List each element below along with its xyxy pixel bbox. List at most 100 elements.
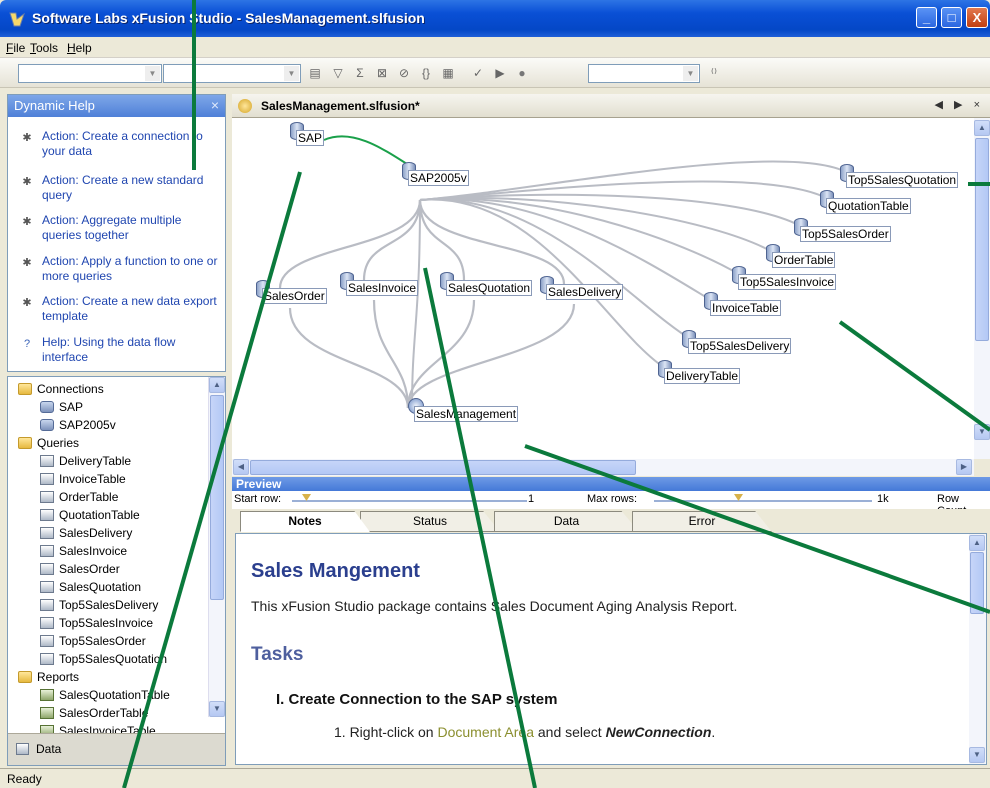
data-tab[interactable]: Data	[8, 733, 225, 765]
help-item-create-connection[interactable]: ✱ Action: Create a connection to your dat…	[20, 129, 220, 161]
flow-node-salesdelivery[interactable]: SalesDelivery	[546, 284, 624, 300]
canvas-vertical-scrollbar[interactable]: ▲ ▼	[974, 118, 990, 459]
tree-item-query[interactable]: SalesDelivery	[40, 525, 132, 541]
variables-icon[interactable]: ⁽⁾	[706, 66, 722, 80]
tree-item-connection[interactable]: SAP	[40, 399, 83, 415]
tree-item-report[interactable]: SalesQuotationTable	[40, 687, 170, 703]
canvas-vscroll-thumb[interactable]	[975, 138, 989, 341]
tree-item-query[interactable]: QuotationTable	[40, 507, 140, 523]
tree-item-query[interactable]: Top5SalesDelivery	[40, 597, 158, 613]
help-item-export-template[interactable]: ✱ Action: Create a new data export templa…	[20, 294, 220, 326]
sigma-icon[interactable]: Σ	[352, 66, 368, 80]
scroll-right-icon[interactable]: ▶	[956, 459, 972, 475]
tree-scrollbar[interactable]: ▲ ▼	[208, 377, 225, 717]
tree-item-query[interactable]: Top5SalesOrder	[40, 633, 146, 649]
start-row-slider[interactable]	[292, 494, 527, 502]
check-icon[interactable]: ✓	[470, 66, 486, 80]
link-icon[interactable]: ⊘	[396, 66, 412, 80]
notes-step-title: I. Create Connection to the SAP system	[276, 691, 558, 708]
tree-item-query[interactable]: Top5SalesInvoice	[40, 615, 153, 631]
run-combo[interactable]: ▼	[588, 64, 700, 83]
tree-folder-reports[interactable]: Reports	[18, 669, 79, 685]
tree-scroll-thumb[interactable]	[210, 395, 224, 600]
play-icon[interactable]: ▶	[492, 66, 508, 80]
flow-node-deliverytable[interactable]: DeliveryTable	[664, 368, 741, 384]
help-item-data-flow[interactable]: ? Help: Using the data flow interface	[20, 335, 220, 367]
help-item-aggregate[interactable]: ✱ Action: Aggregate multiple queries toge…	[20, 213, 220, 245]
tree-item-report[interactable]: SalesOrderTable	[40, 705, 148, 721]
new-query-icon[interactable]: ▤	[307, 66, 323, 80]
flow-node-sap2005v[interactable]: SAP2005v	[408, 170, 469, 186]
tree-item-connection[interactable]: SAP2005v	[40, 417, 116, 433]
tab-error[interactable]: Error	[632, 511, 772, 532]
canvas-horizontal-scrollbar[interactable]: ◀ ▶	[232, 459, 974, 476]
filter-icon[interactable]: ▽	[330, 66, 346, 80]
scroll-up-icon[interactable]: ▲	[974, 120, 990, 136]
flow-node-salesorder[interactable]: SalesOrder	[262, 288, 327, 304]
canvas-hscroll-thumb[interactable]	[250, 460, 636, 475]
flow-node-quotationtable[interactable]: QuotationTable	[826, 198, 911, 214]
slider-handle[interactable]	[734, 494, 743, 501]
slider-handle[interactable]	[302, 494, 311, 501]
max-rows-slider[interactable]	[654, 494, 872, 502]
help-item-apply-function[interactable]: ✱ Action: Apply a function to one or more…	[20, 254, 220, 286]
tree-item-query[interactable]: SalesQuotation	[40, 579, 141, 595]
tree-item-query[interactable]: Top5SalesQuotation	[40, 651, 167, 667]
menu-file[interactable]: File	[6, 41, 25, 55]
dynamic-help-header: Dynamic Help ×	[8, 95, 225, 117]
code-icon[interactable]: {}	[418, 66, 434, 80]
table-icon	[40, 527, 54, 539]
scroll-up-icon[interactable]: ▲	[209, 377, 225, 393]
flow-node-sap[interactable]: SAP	[296, 130, 325, 146]
flow-node-invoicetable[interactable]: InvoiceTable	[710, 300, 781, 316]
flow-node-salesquotation[interactable]: SalesQuotation	[446, 280, 533, 296]
flow-node-top5salesquotation[interactable]: Top5SalesQuotation	[846, 172, 959, 188]
function-icon[interactable]: ⊠	[374, 66, 390, 80]
start-row-value: 1	[528, 493, 535, 505]
tab-notes[interactable]: Notes	[240, 511, 370, 532]
flow-node-top5salesinvoice[interactable]: Top5SalesInvoice	[738, 274, 837, 290]
table-icon	[40, 599, 54, 611]
minimize-button[interactable]: _	[916, 7, 937, 28]
connection-combo[interactable]: ▼	[18, 64, 162, 83]
tree-item-query[interactable]: OrderTable	[40, 489, 118, 505]
tab-status[interactable]: Status	[360, 511, 500, 532]
record-icon[interactable]: ●	[514, 66, 530, 80]
flow-node-salesmanagement[interactable]: SalesManagement	[414, 406, 519, 422]
export-icon[interactable]: ▦	[440, 66, 456, 80]
close-button[interactable]: X	[966, 7, 988, 28]
query-combo[interactable]: ▼	[163, 64, 301, 83]
notes-scroll-thumb[interactable]	[970, 552, 984, 614]
document-area-link[interactable]: Document Area	[437, 724, 534, 740]
app-icon	[9, 12, 25, 27]
menu-help[interactable]: Help	[67, 41, 92, 55]
data-tree-pane: Connections SAP SAP2005v Queries DeliveryTab…	[7, 376, 226, 766]
help-item-standard-query[interactable]: ✱ Action: Create a new standard query	[20, 173, 220, 205]
scroll-up-icon[interactable]: ▲	[969, 535, 985, 551]
tree-folder-connections[interactable]: Connections	[18, 381, 104, 397]
tree-folder-queries[interactable]: Queries	[18, 435, 79, 451]
tab-nav-icons[interactable]: ◀ ▶ ×	[935, 98, 984, 111]
scroll-down-icon[interactable]: ▼	[209, 701, 225, 717]
flow-node-salesinvoice[interactable]: SalesInvoice	[346, 280, 419, 296]
action-icon: ✱	[22, 297, 32, 309]
notes-scrollbar[interactable]: ▲ ▼	[969, 534, 986, 764]
maximize-button[interactable]: □	[941, 7, 962, 28]
flow-node-top5salesdelivery[interactable]: Top5SalesDelivery	[688, 338, 792, 354]
tree-item-query[interactable]: InvoiceTable	[40, 471, 126, 487]
tab-data[interactable]: Data	[494, 511, 639, 532]
new-connection-text: NewConnection	[605, 724, 712, 740]
flow-node-ordertable[interactable]: OrderTable	[772, 252, 836, 268]
flow-node-top5salesorder[interactable]: Top5SalesOrder	[800, 226, 891, 242]
scroll-down-icon[interactable]: ▼	[969, 747, 985, 763]
menu-tools[interactable]: Tools	[30, 41, 58, 55]
tree-item-query[interactable]: SalesOrder	[40, 561, 120, 577]
scroll-left-icon[interactable]: ◀	[233, 459, 249, 475]
table-icon	[40, 509, 54, 521]
scroll-down-icon[interactable]: ▼	[974, 424, 990, 440]
tree-item-query[interactable]: SalesInvoice	[40, 543, 127, 559]
data-flow-canvas[interactable]: SAP SAP2005v SalesOrder SalesInvoice SalesQu…	[232, 118, 974, 459]
tree-item-query[interactable]: DeliveryTable	[40, 453, 131, 469]
close-icon[interactable]: ×	[211, 97, 219, 113]
document-tab[interactable]: SalesManagement.slfusion*	[261, 99, 420, 113]
